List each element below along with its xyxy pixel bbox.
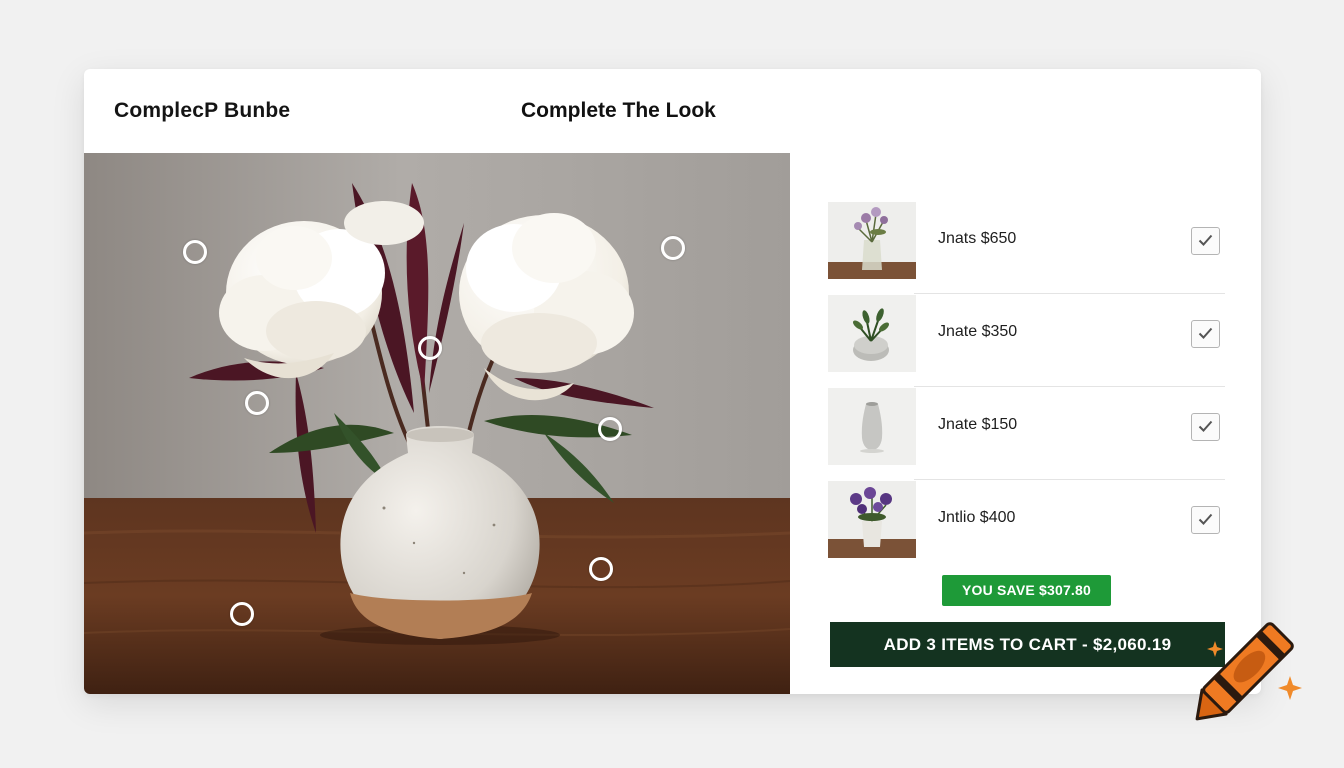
complete-the-look-card: ComplecP Bunbe Complete The Look Jnats $… — [84, 69, 1261, 694]
bundle-item[interactable]: Jnate $350 — [828, 293, 1225, 386]
item-label: Jntlio $400 — [938, 509, 1016, 526]
crayon-icon — [1195, 622, 1302, 721]
hero-product-image — [84, 153, 790, 694]
hotspot-2[interactable] — [661, 236, 685, 260]
page-title: Complete The Look — [521, 99, 716, 122]
checkmark-icon — [1198, 420, 1213, 432]
hotspot-6[interactable] — [589, 557, 613, 581]
savings-badge: YOU SAVE $307.80 — [942, 575, 1111, 606]
bundle-item[interactable]: Jnats $650 — [828, 200, 1225, 293]
item-checkbox[interactable] — [1191, 320, 1220, 348]
checkmark-icon — [1198, 327, 1213, 339]
hotspot-1[interactable] — [183, 240, 207, 264]
item-checkbox[interactable] — [1191, 413, 1220, 441]
checkmark-icon — [1198, 513, 1213, 525]
hotspot-4[interactable] — [245, 391, 269, 415]
purple-flowers-pot-icon — [828, 481, 916, 558]
brand-name: ComplecP Bunbe — [114, 99, 291, 122]
item-checkbox[interactable] — [1191, 506, 1220, 534]
bundle-item[interactable]: Jntlio $400 — [828, 479, 1225, 572]
flower-glass-vase-icon — [828, 202, 916, 279]
hotspot-3[interactable] — [418, 336, 442, 360]
add-to-cart-button[interactable]: ADD 3 ITEMS TO CART - $2,060.19 — [830, 622, 1225, 667]
hotspot-5[interactable] — [598, 417, 622, 441]
item-label: Jnats $650 — [938, 230, 1017, 247]
bundle-item[interactable]: Jnate $150 — [828, 386, 1225, 479]
item-checkbox[interactable] — [1191, 227, 1220, 255]
bundle-item-list: Jnats $650 Jnate $350 Jnate $150 Jntlio … — [828, 200, 1225, 572]
sparkle-icon — [1278, 676, 1302, 700]
hotspot-7[interactable] — [230, 602, 254, 626]
sparkle-icon — [1207, 641, 1223, 657]
stone-planter-icon — [828, 295, 916, 372]
tall-vase-icon — [828, 388, 916, 465]
peony-vase-photo — [84, 153, 790, 694]
item-label: Jnate $150 — [938, 416, 1018, 433]
item-label: Jnate $350 — [938, 323, 1018, 340]
checkmark-icon — [1198, 234, 1213, 246]
